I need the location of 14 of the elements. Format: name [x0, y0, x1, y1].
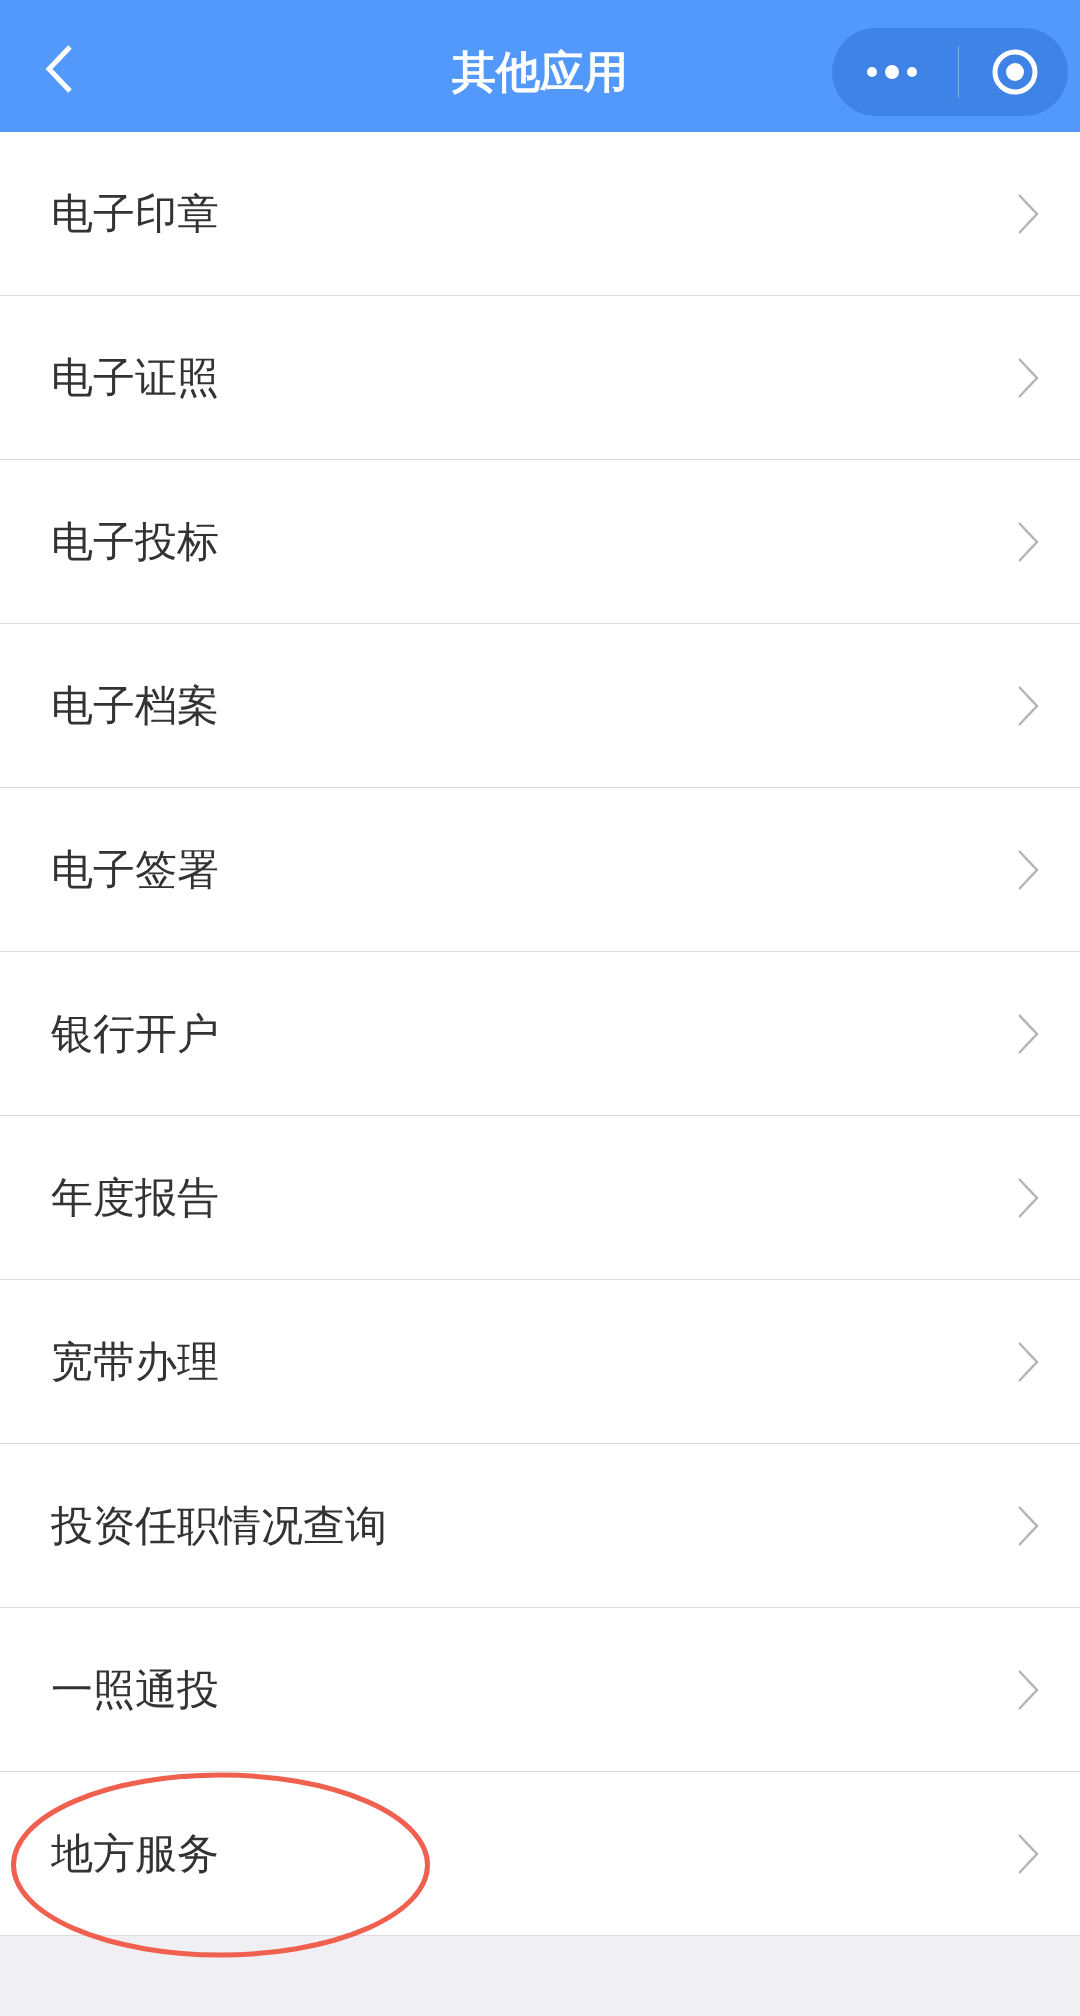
- menu-item[interactable]: 电子印章: [0, 132, 1080, 296]
- menu-item[interactable]: 电子投标: [0, 460, 1080, 624]
- back-icon[interactable]: [44, 44, 74, 94]
- more-icon[interactable]: [866, 64, 918, 80]
- menu-item[interactable]: 一照通投: [0, 1608, 1080, 1772]
- page-title: 其他应用: [452, 44, 628, 99]
- menu-item[interactable]: 投资任职情况查询: [0, 1444, 1080, 1608]
- menu-item[interactable]: 电子档案: [0, 624, 1080, 788]
- menu-item[interactable]: 电子签署: [0, 788, 1080, 952]
- menu-item[interactable]: 电子证照: [0, 296, 1080, 460]
- menu-item[interactable]: 地方服务: [0, 1772, 1080, 1936]
- menu-item[interactable]: 年度报告: [0, 1116, 1080, 1280]
- menu-item[interactable]: 宽带办理: [0, 1280, 1080, 1444]
- menu-item[interactable]: 银行开户: [0, 952, 1080, 1116]
